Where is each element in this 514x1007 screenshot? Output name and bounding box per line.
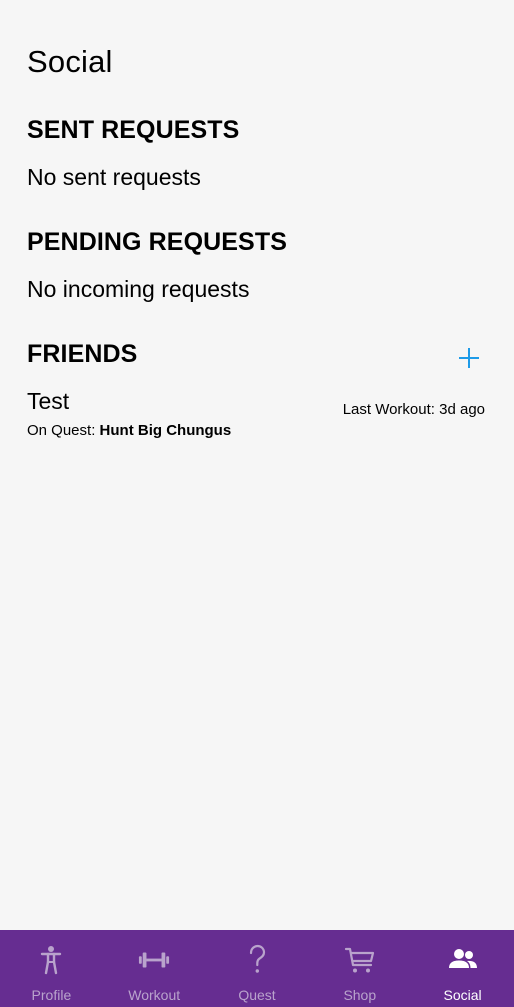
friend-row[interactable]: Test On Quest: Hunt Big Chungus Last Wor… xyxy=(27,386,487,446)
question-mark-icon xyxy=(241,944,273,976)
nav-label-social: Social xyxy=(443,987,482,1003)
page-title: Social xyxy=(27,44,113,79)
add-friend-button[interactable] xyxy=(456,345,482,371)
friend-quest: On Quest: Hunt Big Chungus xyxy=(27,422,231,439)
dumbbell-icon xyxy=(138,944,170,976)
cart-icon xyxy=(344,944,376,976)
nav-item-quest[interactable]: Quest xyxy=(206,930,309,1007)
friend-quest-prefix: On Quest: xyxy=(27,422,100,439)
friend-name: Test xyxy=(27,388,70,414)
nav-item-social[interactable]: Social xyxy=(411,930,514,1007)
friend-last-workout: Last Workout: 3d ago xyxy=(342,401,485,418)
sent-requests-heading: SENT REQUESTS xyxy=(27,116,240,144)
nav-item-shop[interactable]: Shop xyxy=(308,930,411,1007)
person-icon xyxy=(35,944,67,976)
sent-requests-empty-text: No sent requests xyxy=(27,164,201,190)
people-icon xyxy=(447,944,479,976)
pending-requests-heading: PENDING REQUESTS xyxy=(27,228,287,256)
nav-item-profile[interactable]: Profile xyxy=(0,930,103,1007)
friend-quest-name: Hunt Big Chungus xyxy=(99,422,232,439)
nav-label-profile: Profile xyxy=(31,987,72,1003)
nav-label-workout: Workout xyxy=(128,987,181,1003)
nav-label-quest: Quest xyxy=(238,987,276,1003)
social-screen: Social SENT REQUESTS No sent requests PE… xyxy=(0,0,514,1007)
nav-item-workout[interactable]: Workout xyxy=(103,930,206,1007)
plus-icon xyxy=(459,348,479,368)
pending-requests-empty-text: No incoming requests xyxy=(27,276,250,302)
bottom-navigation: Profile Workout Quest Shop Social xyxy=(0,930,514,1007)
friends-heading: FRIENDS xyxy=(27,340,138,368)
nav-label-shop: Shop xyxy=(343,987,377,1003)
